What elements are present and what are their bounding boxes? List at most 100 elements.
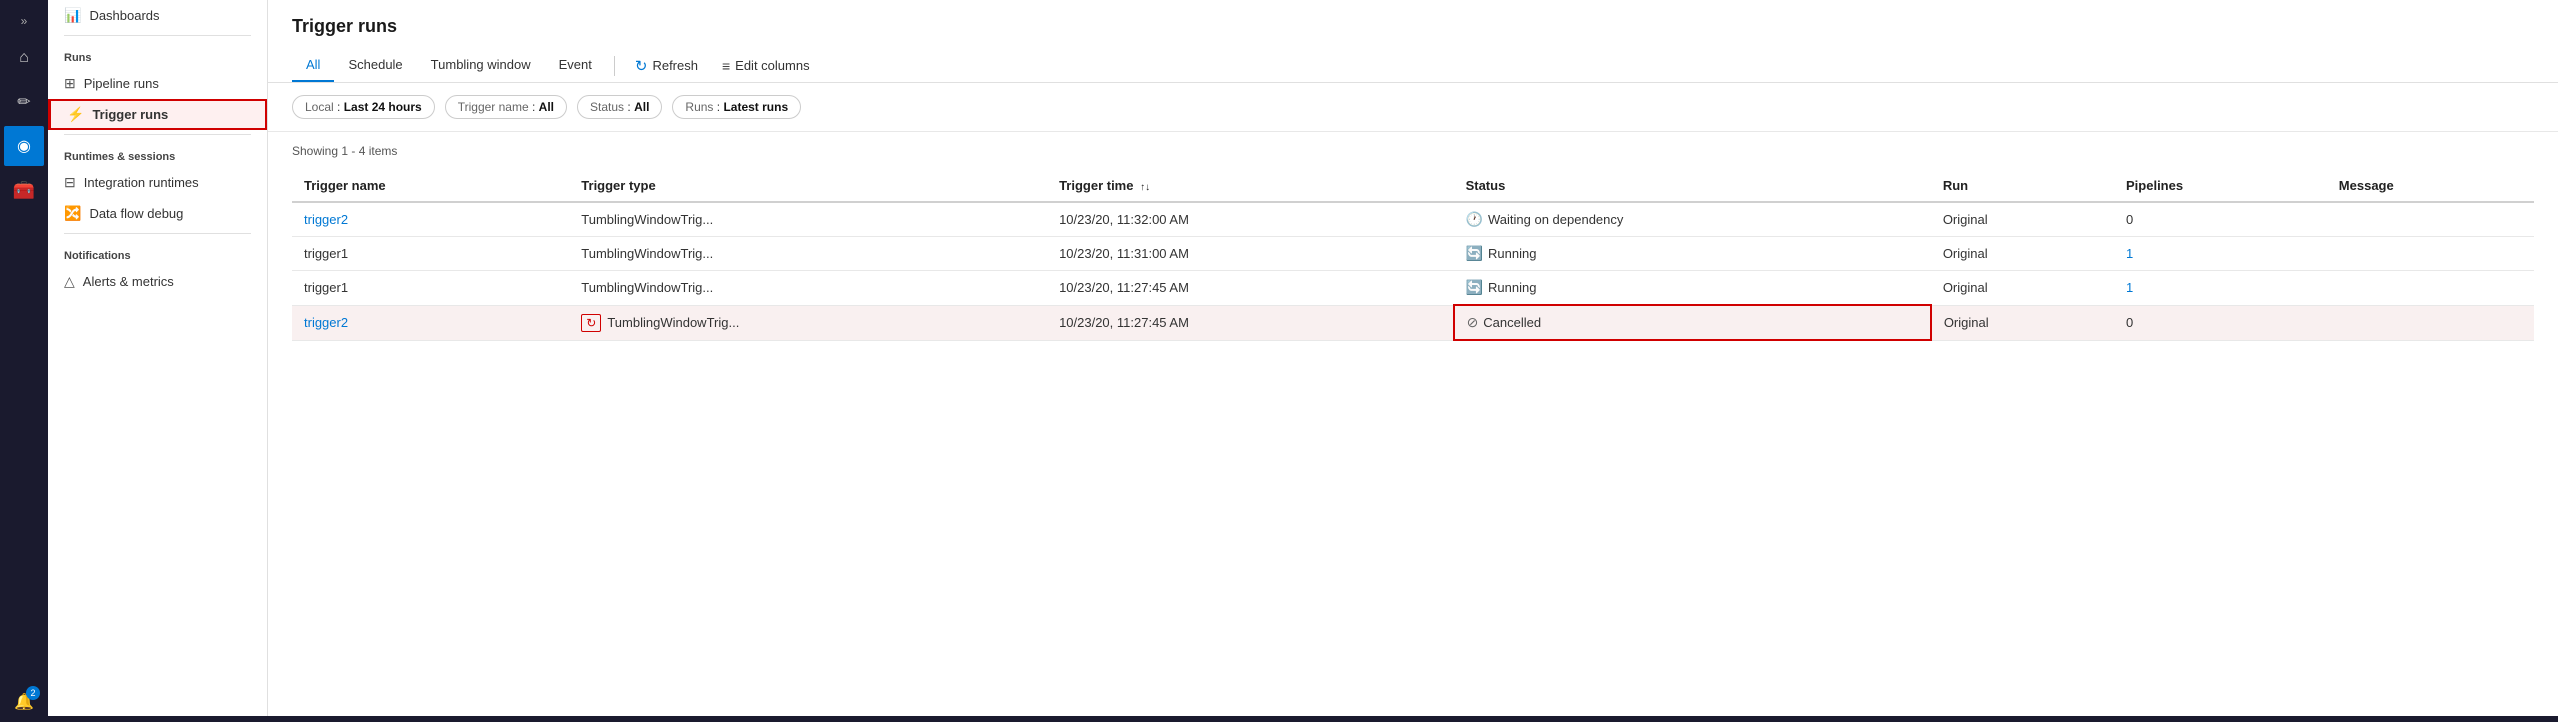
status-text: Running [1488, 280, 1536, 295]
col-run: Run [1931, 170, 2114, 202]
col-pipelines: Pipelines [2114, 170, 2327, 202]
status-text: Running [1488, 246, 1536, 261]
page-title: Trigger runs [292, 16, 2534, 37]
runtimes-section-label: Runtimes & sessions [48, 139, 267, 167]
monitor-nav[interactable]: ◉ [4, 126, 44, 166]
cell-trigger-type: TumblingWindowTrig... [569, 237, 1047, 271]
sidebar-item-alerts-metrics[interactable]: △ Alerts & metrics [48, 266, 267, 297]
cell-pipelines[interactable]: 1 [2114, 271, 2327, 306]
cell-status: ⊘Cancelled [1454, 305, 1931, 340]
tab-all[interactable]: All [292, 49, 334, 82]
bottom-bar [268, 716, 2558, 722]
expand-icon[interactable]: » [21, 8, 28, 34]
manage-nav[interactable]: 🧰 [4, 170, 44, 210]
retry-icon[interactable]: ↻ [581, 314, 601, 332]
trigger-runs-table: Trigger name Trigger type Trigger time ↑… [292, 170, 2534, 341]
notifications-badge: 2 [26, 686, 40, 700]
cell-pipelines: 0 [2114, 305, 2327, 340]
refresh-icon: ↻ [635, 57, 648, 75]
tab-tumbling-window[interactable]: Tumbling window [417, 49, 545, 82]
sidebar-item-pipeline-runs[interactable]: ⊞ Pipeline runs [48, 68, 267, 99]
col-trigger-type: Trigger type [569, 170, 1047, 202]
sidebar-divider-1 [64, 35, 251, 36]
col-status: Status [1454, 170, 1931, 202]
cell-status: 🕐 Waiting on dependency [1454, 202, 1931, 237]
pipeline-runs-icon: ⊞ [64, 75, 76, 92]
sidebar-item-data-flow-debug[interactable]: 🔀 Data flow debug [48, 198, 267, 229]
notifications-nav[interactable]: 🔔 2 [4, 682, 44, 722]
filter-runs-key: Runs [685, 100, 713, 114]
refresh-button[interactable]: ↻ Refresh [623, 51, 710, 81]
cell-run: Original [1931, 202, 2114, 237]
col-trigger-time-label: Trigger time [1059, 178, 1133, 193]
sidebar-alerts-metrics-label: Alerts & metrics [83, 274, 174, 289]
status-icon: ⊘ [1467, 314, 1479, 331]
dashboard-icon: 📊 [64, 7, 81, 24]
showing-count: Showing 1 - 4 items [292, 144, 2534, 158]
runs-section-label: Runs [48, 40, 267, 68]
cell-trigger-name: trigger1 [292, 237, 569, 271]
filter-runs-val: Latest runs [723, 100, 788, 114]
status-text: Waiting on dependency [1488, 212, 1623, 227]
sidebar-item-dashboards[interactable]: 📊 Dashboards [48, 0, 267, 31]
edit-columns-button[interactable]: ≡ Edit columns [710, 52, 822, 80]
tab-schedule[interactable]: Schedule [334, 49, 416, 82]
tab-event[interactable]: Event [545, 49, 606, 82]
cell-pipelines[interactable]: 1 [2114, 237, 2327, 271]
filter-trigger-name-sep: : [529, 100, 539, 114]
author-nav[interactable]: ✏ [4, 82, 44, 122]
refresh-label: Refresh [652, 58, 698, 73]
filter-status[interactable]: Status : All [577, 95, 662, 119]
cell-trigger-time: 10/23/20, 11:32:00 AM [1047, 202, 1454, 237]
filter-runs[interactable]: Runs : Latest runs [672, 95, 801, 119]
sidebar-divider-3 [64, 233, 251, 234]
filter-local-sep: : [334, 100, 344, 114]
sidebar-data-flow-debug-label: Data flow debug [89, 206, 183, 221]
filter-local-key: Local [305, 100, 334, 114]
notifications-section-label: Notifications [48, 238, 267, 266]
home-nav[interactable]: ⌂ [4, 38, 44, 78]
cell-trigger-name[interactable]: trigger2 [292, 202, 569, 237]
sidebar-item-integration-runtimes[interactable]: ⊟ Integration runtimes [48, 167, 267, 198]
status-icon: 🕐 [1466, 211, 1483, 228]
table-row: trigger1TumblingWindowTrig...10/23/20, 1… [292, 271, 2534, 306]
cell-trigger-type: ↻ TumblingWindowTrig... [569, 305, 1047, 340]
cell-trigger-time: 10/23/20, 11:31:00 AM [1047, 237, 1454, 271]
cell-message [2327, 305, 2534, 340]
cell-run: Original [1931, 271, 2114, 306]
trigger-type-text: TumblingWindowTrig... [607, 315, 739, 330]
filter-trigger-name-val: All [539, 100, 554, 114]
sidebar-integration-runtimes-label: Integration runtimes [84, 175, 199, 190]
sidebar-dashboards-label: Dashboards [89, 8, 159, 23]
col-trigger-time[interactable]: Trigger time ↑↓ [1047, 170, 1454, 202]
sidebar-item-trigger-runs[interactable]: ⚡ Trigger runs [48, 99, 267, 130]
table-row: trigger2TumblingWindowTrig...10/23/20, 1… [292, 202, 2534, 237]
filter-runs-sep: : [713, 100, 723, 114]
cell-trigger-name: trigger1 [292, 271, 569, 306]
table-header-row: Trigger name Trigger type Trigger time ↑… [292, 170, 2534, 202]
cell-trigger-type: TumblingWindowTrig... [569, 202, 1047, 237]
table-row: trigger1TumblingWindowTrig...10/23/20, 1… [292, 237, 2534, 271]
sort-icon: ↑↓ [1140, 182, 1150, 193]
cell-trigger-name[interactable]: trigger2 [292, 305, 569, 340]
data-flow-debug-icon: 🔀 [64, 205, 81, 222]
cell-status: 🔄Running [1454, 237, 1931, 271]
filter-local[interactable]: Local : Last 24 hours [292, 95, 435, 119]
tabs-bar: All Schedule Tumbling window Event ↻ Ref… [292, 49, 2534, 82]
alerts-metrics-icon: △ [64, 273, 75, 290]
filter-status-sep: : [624, 100, 634, 114]
filter-trigger-name[interactable]: Trigger name : All [445, 95, 567, 119]
cell-status: 🔄Running [1454, 271, 1931, 306]
edit-columns-label: Edit columns [735, 58, 809, 73]
col-message: Message [2327, 170, 2534, 202]
col-trigger-name: Trigger name [292, 170, 569, 202]
cell-trigger-time: 10/23/20, 11:27:45 AM [1047, 271, 1454, 306]
table-row: trigger2↻TumblingWindowTrig...10/23/20, … [292, 305, 2534, 340]
cell-message [2327, 237, 2534, 271]
sidebar: 📊 Dashboards Runs ⊞ Pipeline runs ⚡ Trig… [48, 0, 268, 722]
content-area: Showing 1 - 4 items Trigger name Trigger… [268, 132, 2558, 722]
trigger-runs-icon: ⚡ [67, 106, 84, 123]
filter-status-key: Status [590, 100, 624, 114]
sidebar-pipeline-runs-label: Pipeline runs [84, 76, 159, 91]
icon-bar: » ⌂ ✏ ◉ 🧰 🔔 2 [0, 0, 48, 722]
